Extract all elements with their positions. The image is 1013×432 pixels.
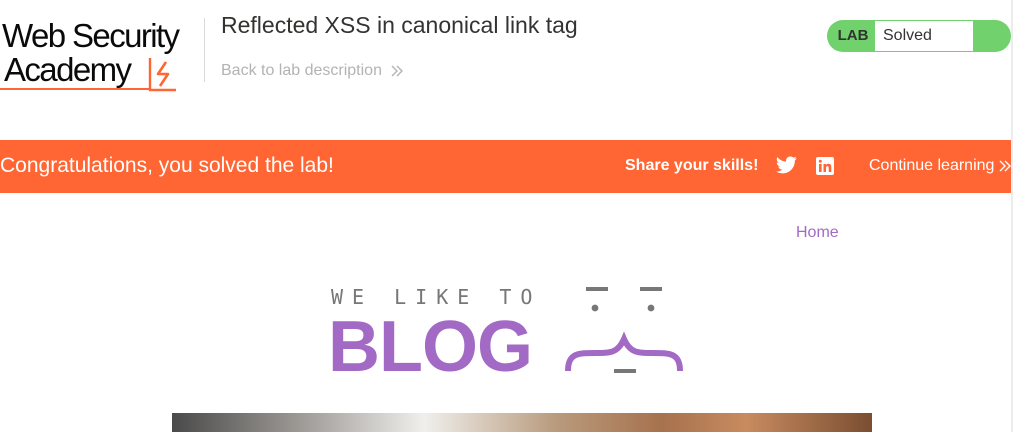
twitter-icon[interactable]	[776, 156, 797, 174]
logo-underline	[0, 88, 150, 90]
congratulations-message: Congratulations, you solved the lab!	[0, 154, 334, 177]
web-security-academy-logo[interactable]: Web Security Academy	[0, 12, 200, 92]
blog-header-logo: WE LIKE TO BLOG	[328, 283, 688, 387]
lab-title: Reflected XSS in canonical link tag	[221, 12, 578, 38]
lab-status-value: Solved	[875, 21, 973, 51]
back-to-lab-description-link[interactable]: Back to lab description	[221, 62, 404, 80]
blog-hero-image	[172, 413, 872, 432]
back-link-label: Back to lab description	[221, 62, 382, 79]
continue-learning-link[interactable]: Continue learning	[869, 157, 1012, 175]
lab-status-label: LAB	[837, 27, 869, 44]
double-chevron-right-icon	[391, 65, 403, 77]
linkedin-icon[interactable]	[816, 157, 834, 175]
logo-text-line1: Web Security	[2, 17, 180, 54]
double-chevron-right-icon	[999, 160, 1012, 172]
share-skills-label: Share your skills!	[625, 157, 759, 174]
continue-learning-label: Continue learning	[869, 157, 995, 174]
logo-bolt-icon	[148, 58, 176, 92]
curly-brace-face-icon	[565, 287, 683, 373]
blog-tagline: WE LIKE TO	[331, 285, 542, 309]
nav-home-link[interactable]: Home	[796, 224, 839, 242]
lab-status-widget: LAB Solved	[827, 20, 1011, 52]
header-divider	[204, 18, 205, 82]
logo-text-line2: Academy	[4, 51, 132, 88]
lab-solved-banner: Congratulations, you solved the lab! Sha…	[0, 140, 1012, 193]
blog-title: BLOG	[328, 307, 533, 387]
